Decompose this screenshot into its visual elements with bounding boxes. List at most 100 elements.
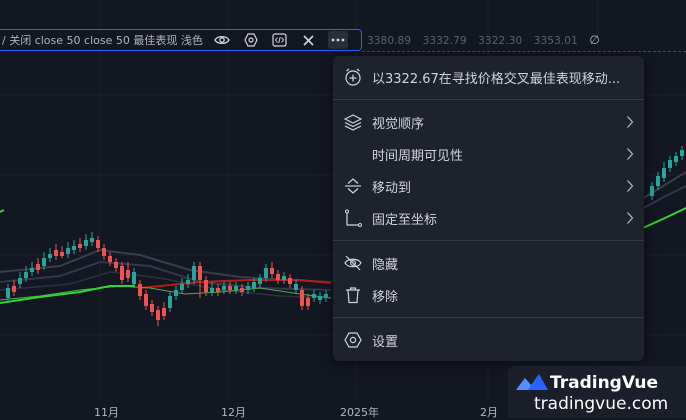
menu-item-label: 移除	[372, 290, 399, 305]
candle-body	[186, 280, 190, 284]
menu-item-move-to[interactable]: 移动到	[333, 171, 644, 201]
more-icon[interactable]	[327, 31, 348, 49]
candle-body	[312, 294, 316, 298]
menu-item-remove[interactable]: 移除	[333, 280, 644, 310]
candle-body	[102, 248, 106, 256]
candle-body	[126, 270, 130, 278]
candle-body	[96, 240, 100, 248]
candle-body	[84, 240, 88, 246]
indicator-legend[interactable]: / 关闭 close 50 close 50 最佳表现 浅色	[0, 29, 362, 51]
settings-icon[interactable]	[241, 31, 261, 49]
indicator-legend-title[interactable]: / 关闭 close 50 close 50 最佳表现 浅色	[0, 32, 203, 48]
candle-body	[12, 286, 16, 292]
menu-item-hide[interactable]: 隐藏	[333, 248, 644, 278]
candle-body	[276, 274, 280, 280]
close-icon[interactable]	[299, 31, 319, 49]
candle-body	[54, 250, 58, 256]
candle-body	[650, 186, 654, 196]
eye-off-icon	[343, 253, 363, 273]
indicator-value: 3353.01	[533, 35, 578, 47]
candle-body	[210, 288, 214, 292]
candle-body	[264, 268, 268, 278]
indicator-value: 3332.79	[422, 35, 467, 47]
candle-body	[216, 288, 220, 292]
menu-item-pin-to-scale[interactable]: 固定至坐标	[333, 203, 644, 233]
candle-body	[674, 156, 678, 162]
candle-body	[222, 286, 226, 290]
menu-divider	[333, 99, 644, 100]
candle-body	[180, 284, 184, 290]
candle-body	[78, 244, 82, 248]
candle-body	[132, 272, 136, 284]
candle-body	[66, 248, 70, 254]
candle-body	[258, 278, 262, 284]
eye-icon[interactable]	[212, 31, 232, 49]
candle-body	[60, 252, 64, 256]
candle-body	[324, 294, 328, 298]
candle-body	[108, 256, 112, 262]
candle-body	[306, 298, 310, 306]
watermark-brand: TradingVue	[550, 373, 659, 393]
candle-body	[192, 266, 196, 280]
menu-item-label: 移动到	[372, 181, 412, 196]
menu-item-label: 固定至坐标	[372, 213, 438, 228]
chevron-right-icon	[627, 116, 634, 128]
candle-body	[138, 284, 142, 296]
menu-item-label: 设置	[372, 335, 399, 350]
chevron-right-icon	[627, 180, 634, 192]
candle-body	[288, 278, 292, 284]
candle-body	[680, 150, 684, 156]
candle-body	[6, 288, 10, 298]
menu-divider	[333, 240, 644, 241]
menu-item-visual-order[interactable]: 视觉顺序	[333, 107, 644, 137]
candle-body	[246, 286, 250, 290]
candle-body	[662, 168, 666, 178]
candle-body	[42, 258, 46, 266]
menu-item-settings[interactable]: 设置	[333, 325, 644, 355]
trash-icon	[343, 285, 363, 305]
candle-body	[168, 296, 172, 308]
menu-item-label: 以3322.67在寻找价格交叉最佳表现移动...	[372, 72, 621, 87]
source-code-icon[interactable]	[270, 31, 290, 49]
dashed-divider	[362, 51, 686, 52]
candle-body	[300, 290, 304, 306]
candle-body	[144, 294, 148, 306]
menu-item-label: 隐藏	[372, 258, 399, 273]
watermark-url: tradingvue.com	[534, 394, 669, 414]
candle-body	[90, 238, 94, 242]
candle-body	[204, 280, 208, 292]
candle-body	[162, 308, 166, 316]
candle-body	[30, 268, 34, 272]
candle-body	[150, 304, 154, 312]
menu-item-timeframe-visibility[interactable]: 时间周期可见性	[333, 139, 644, 169]
candle-body	[240, 288, 244, 292]
layers-icon	[343, 112, 363, 132]
candle-body	[294, 284, 298, 290]
candle-body	[48, 254, 52, 258]
add-alert-icon	[343, 67, 363, 87]
candle-body	[174, 290, 178, 296]
candle-body	[120, 266, 124, 280]
pin-scale-icon	[343, 208, 363, 228]
candle-body	[270, 268, 274, 274]
candle-body	[114, 262, 118, 268]
candle-body	[252, 282, 256, 288]
tradingvue-logo-icon	[516, 374, 548, 390]
candle-body	[656, 176, 660, 186]
move-icon	[343, 176, 363, 196]
chevron-right-icon	[627, 148, 634, 160]
menu-item-label: 时间周期可见性	[372, 149, 464, 164]
candle-body	[72, 246, 76, 250]
settings-icon	[343, 330, 363, 350]
indicator-value: 3322.30	[478, 35, 523, 47]
ma-line	[639, 185, 686, 211]
candle-body	[234, 286, 238, 290]
menu-divider	[333, 317, 644, 318]
menu-item-add-alert[interactable]: 以3322.67在寻找价格交叉最佳表现移动...	[333, 62, 644, 92]
candle-body	[24, 272, 28, 278]
candle-body	[18, 278, 22, 284]
ma-line	[0, 209, 5, 213]
candle-body	[282, 276, 286, 280]
candle-body	[156, 310, 160, 320]
context-menu: 以3322.67在寻找价格交叉最佳表现移动... 视觉顺序 时间周期可见性 移动…	[333, 56, 644, 361]
